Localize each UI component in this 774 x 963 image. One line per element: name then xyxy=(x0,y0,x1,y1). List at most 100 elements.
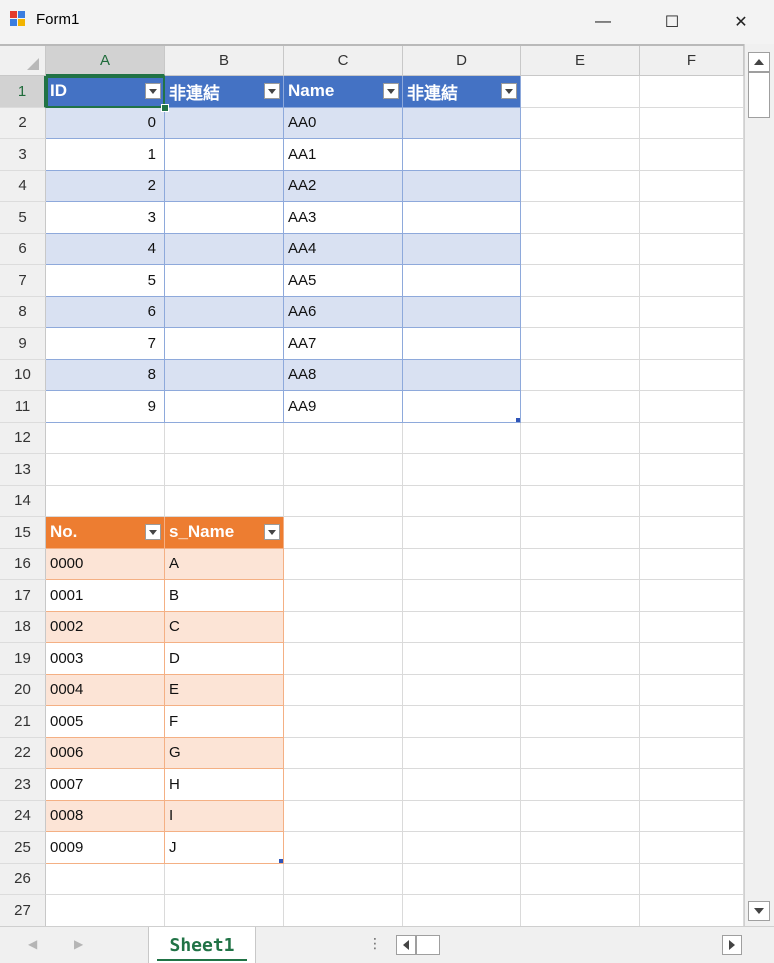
dropdown-arrow-icon[interactable] xyxy=(383,83,399,99)
spreadsheet-grid[interactable]: A B C D E F 1 2 3 4 5 6 7 8 9 10 11 12 13 14 15 16 17 18 19 20 21 2… xyxy=(0,44,744,928)
row-header-8[interactable]: 8 xyxy=(0,296,46,328)
table1-cell[interactable]: AA9 xyxy=(284,391,403,423)
horizontal-scrollbar[interactable] xyxy=(396,935,744,957)
grid-cell[interactable] xyxy=(284,580,403,612)
row-header-20[interactable]: 20 xyxy=(0,674,46,706)
table1-cell[interactable] xyxy=(403,107,521,139)
grid-cell[interactable] xyxy=(640,359,744,391)
grid-cell[interactable] xyxy=(284,548,403,580)
table2-cell[interactable]: 0003 xyxy=(46,643,165,675)
grid-cell[interactable] xyxy=(640,548,744,580)
grid-cell[interactable] xyxy=(640,422,744,454)
column-header-c[interactable]: C xyxy=(284,46,403,76)
table1-header-cell[interactable]: Name xyxy=(284,76,403,108)
grid-cell[interactable] xyxy=(403,895,521,927)
grid-cell[interactable] xyxy=(521,517,640,549)
table1-cell[interactable] xyxy=(165,359,284,391)
table2-cell[interactable]: 0008 xyxy=(46,800,165,832)
scroll-down-button[interactable] xyxy=(748,901,770,921)
grid-cell[interactable] xyxy=(403,517,521,549)
grid-cell[interactable] xyxy=(521,832,640,864)
grid-cell[interactable] xyxy=(521,706,640,738)
dropdown-arrow-icon[interactable] xyxy=(501,83,517,99)
row-header-14[interactable]: 14 xyxy=(0,485,46,517)
grid-cell[interactable] xyxy=(521,202,640,234)
grid-cell[interactable] xyxy=(521,548,640,580)
grid-cell[interactable] xyxy=(403,674,521,706)
grid-cell[interactable] xyxy=(640,863,744,895)
table1-cell[interactable]: 6 xyxy=(46,296,165,328)
row-header-9[interactable]: 9 xyxy=(0,328,46,360)
row-header-18[interactable]: 18 xyxy=(0,611,46,643)
grid-cell[interactable] xyxy=(46,485,165,517)
row-header-6[interactable]: 6 xyxy=(0,233,46,265)
grid-cell[interactable] xyxy=(284,737,403,769)
table2-cell[interactable]: G xyxy=(165,737,284,769)
table1-cell[interactable] xyxy=(403,202,521,234)
table1-cell[interactable] xyxy=(165,139,284,171)
grid-cell[interactable] xyxy=(521,265,640,297)
table1-cell[interactable] xyxy=(403,391,521,423)
table1-cell[interactable]: AA5 xyxy=(284,265,403,297)
column-header-f[interactable]: F xyxy=(640,46,744,76)
table1-cell[interactable]: AA8 xyxy=(284,359,403,391)
table1-cell[interactable] xyxy=(165,170,284,202)
table1-cell[interactable]: 2 xyxy=(46,170,165,202)
grid-cell[interactable] xyxy=(640,170,744,202)
table2-cell[interactable]: F xyxy=(165,706,284,738)
grid-cell[interactable] xyxy=(521,863,640,895)
grid-cell[interactable] xyxy=(521,769,640,801)
row-header-27[interactable]: 27 xyxy=(0,895,46,927)
grid-cell[interactable] xyxy=(284,643,403,675)
grid-cell[interactable] xyxy=(640,769,744,801)
grid-cell[interactable] xyxy=(640,517,744,549)
row-header-3[interactable]: 3 xyxy=(0,139,46,171)
table1-resize-handle[interactable] xyxy=(516,417,520,422)
grid-cell[interactable] xyxy=(640,674,744,706)
grid-cell[interactable] xyxy=(403,611,521,643)
row-header-15[interactable]: 15 xyxy=(0,517,46,549)
row-header-1[interactable]: 1 xyxy=(0,76,46,108)
table2-cell[interactable]: 0004 xyxy=(46,674,165,706)
grid-cell[interactable] xyxy=(284,832,403,864)
grid-cell[interactable] xyxy=(640,643,744,675)
row-header-19[interactable]: 19 xyxy=(0,643,46,675)
select-all-corner[interactable] xyxy=(0,46,46,76)
column-header-b[interactable]: B xyxy=(165,46,284,76)
row-header-23[interactable]: 23 xyxy=(0,769,46,801)
table2-cell[interactable]: 0002 xyxy=(46,611,165,643)
vertical-scrollbar[interactable] xyxy=(744,44,774,926)
table2-header-cell[interactable]: s_Name xyxy=(165,517,284,549)
grid-cell[interactable] xyxy=(521,233,640,265)
grid-cell[interactable] xyxy=(521,800,640,832)
table2-cell[interactable]: B xyxy=(165,580,284,612)
table2-cell[interactable]: E xyxy=(165,674,284,706)
table2-cell[interactable]: 0009 xyxy=(46,832,165,864)
scroll-right-button[interactable] xyxy=(722,935,742,955)
dropdown-arrow-icon[interactable] xyxy=(145,83,161,99)
grid-cell[interactable] xyxy=(640,328,744,360)
grid-cell[interactable] xyxy=(403,580,521,612)
table1-cell[interactable] xyxy=(165,265,284,297)
grid-cell[interactable] xyxy=(403,832,521,864)
grid-cell[interactable] xyxy=(46,863,165,895)
row-header-13[interactable]: 13 xyxy=(0,454,46,486)
table2-cell[interactable]: D xyxy=(165,643,284,675)
grid-cell[interactable] xyxy=(284,895,403,927)
grid-cell[interactable] xyxy=(521,485,640,517)
row-header-11[interactable]: 11 xyxy=(0,391,46,423)
grid-cell[interactable] xyxy=(46,454,165,486)
table2-cell[interactable]: H xyxy=(165,769,284,801)
dropdown-arrow-icon[interactable] xyxy=(145,524,161,540)
table1-cell[interactable] xyxy=(403,265,521,297)
table2-cell[interactable]: A xyxy=(165,548,284,580)
horizontal-scroll-thumb[interactable] xyxy=(416,935,440,955)
dropdown-arrow-icon[interactable] xyxy=(264,524,280,540)
grid-cell[interactable] xyxy=(640,800,744,832)
table1-cell[interactable]: AA7 xyxy=(284,328,403,360)
grid-cell[interactable] xyxy=(640,139,744,171)
table1-cell[interactable]: 1 xyxy=(46,139,165,171)
grid-cell[interactable] xyxy=(640,454,744,486)
grid-cell[interactable] xyxy=(521,895,640,927)
grid-cell[interactable] xyxy=(403,548,521,580)
